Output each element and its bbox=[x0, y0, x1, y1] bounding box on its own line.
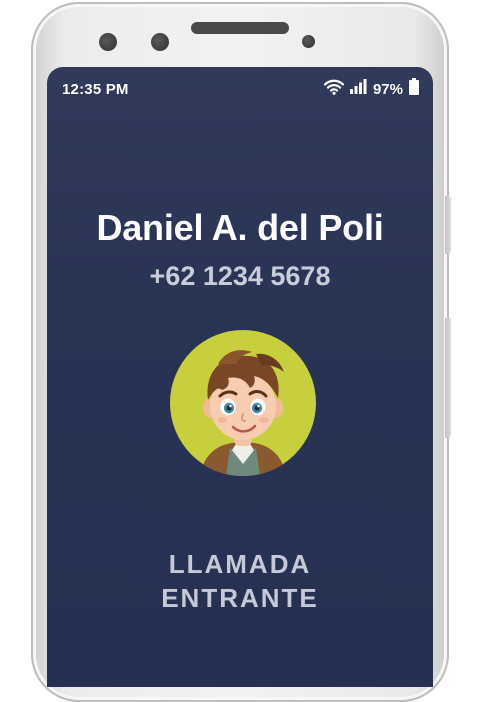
front-sensor bbox=[151, 33, 169, 51]
signal-icon bbox=[349, 79, 367, 99]
call-status-line1: LLAMADA bbox=[168, 549, 312, 579]
caller-name: Daniel A. del Poli bbox=[96, 207, 384, 248]
power-button bbox=[445, 196, 451, 254]
volume-button bbox=[445, 318, 451, 438]
status-time: 12:35 PM bbox=[62, 81, 129, 98]
cartoon-boy-avatar-icon bbox=[200, 350, 286, 476]
wifi-icon bbox=[323, 79, 345, 100]
status-icons: 97% bbox=[323, 78, 419, 100]
caller-number: +62 1234 5678 bbox=[149, 261, 331, 291]
call-status-line2: ENTRANTE bbox=[161, 583, 319, 613]
status-bar: 12:35 PM 97% bbox=[47, 67, 433, 113]
call-status-label: LLAMADA ENTRANTE bbox=[47, 547, 433, 615]
front-camera bbox=[99, 33, 117, 51]
proximity-sensor bbox=[302, 35, 315, 48]
battery-icon bbox=[409, 78, 419, 100]
phone-screen: 12:35 PM 97% Daniel A. del Poli +62 1234… bbox=[47, 67, 433, 687]
battery-percent: 97% bbox=[372, 80, 403, 98]
earpiece-speaker bbox=[191, 22, 289, 34]
caller-avatar bbox=[170, 330, 316, 476]
